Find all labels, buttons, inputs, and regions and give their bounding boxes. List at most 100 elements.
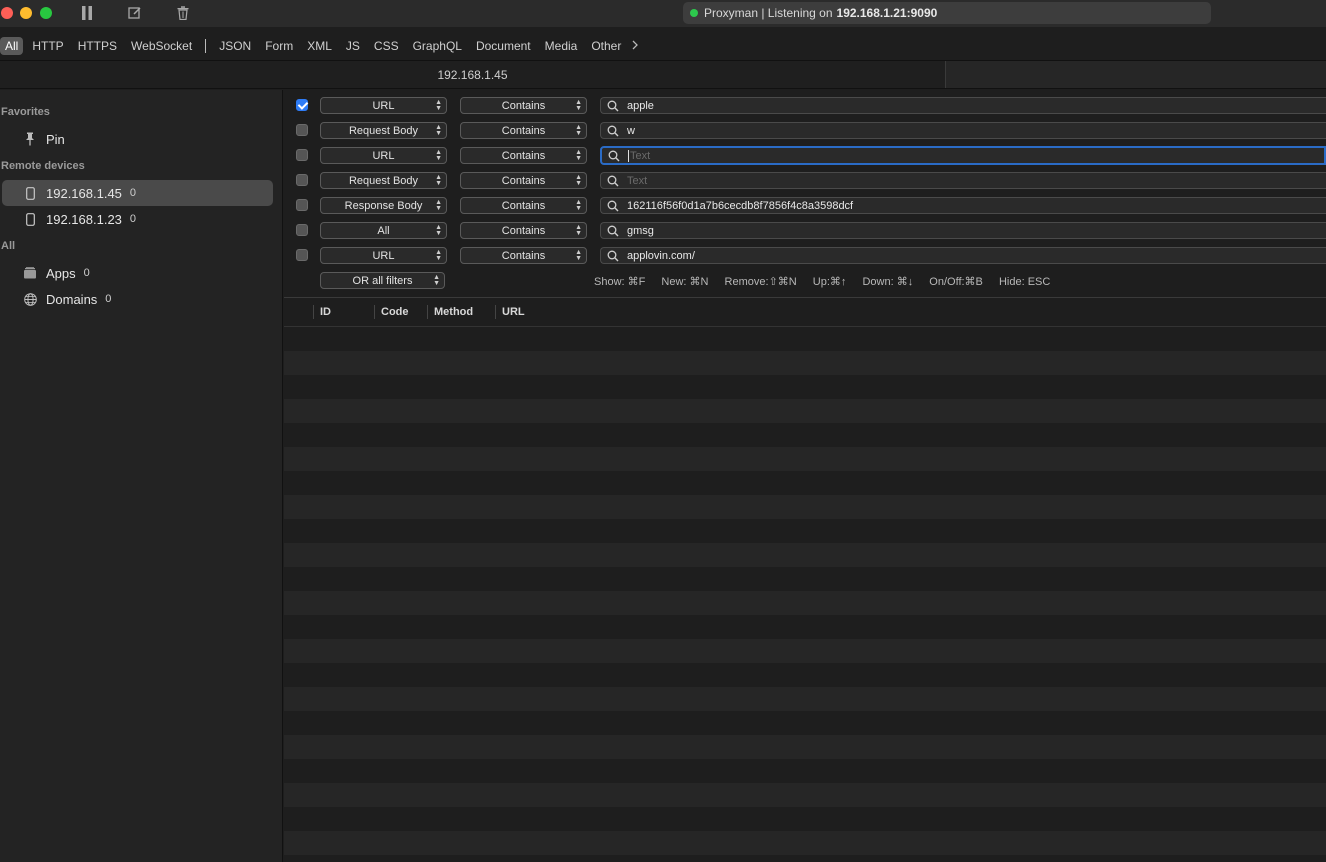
stepper-icon: ▲ ▼ bbox=[575, 199, 582, 212]
sidebar-item-label: Domains bbox=[46, 291, 98, 307]
filter-value-input[interactable]: Text bbox=[600, 146, 1326, 165]
filter-value-text: apple bbox=[627, 99, 654, 112]
sidebar-section-all: All bbox=[1, 240, 16, 252]
filter-value-input[interactable]: w bbox=[600, 122, 1326, 139]
type-filter-document[interactable]: Document bbox=[471, 37, 536, 55]
filter-operator-select[interactable]: Contains ▲ ▼ bbox=[460, 147, 587, 164]
type-filter-other[interactable]: Other bbox=[586, 37, 626, 55]
stepper-icon: ▲ ▼ bbox=[435, 224, 442, 237]
filter-enabled-checkbox[interactable] bbox=[296, 224, 308, 236]
minimize-window-button[interactable] bbox=[20, 7, 32, 19]
filter-value-text: applovin.com/ bbox=[627, 249, 695, 262]
pause-button[interactable] bbox=[78, 4, 96, 22]
type-filter-all[interactable]: All bbox=[0, 37, 24, 55]
sidebar-item-label: 192.168.1.23 bbox=[46, 211, 122, 227]
type-filter-xml[interactable]: XML bbox=[302, 37, 337, 55]
type-filter-media[interactable]: Media bbox=[540, 37, 583, 55]
filter-operator-value: Contains bbox=[501, 249, 546, 262]
filter-operator-select[interactable]: Contains ▲ ▼ bbox=[460, 122, 587, 139]
request-table-header: ID Code Method URL bbox=[284, 299, 1326, 327]
sidebar-item-label: Apps bbox=[46, 265, 76, 281]
filter-enabled-checkbox[interactable] bbox=[296, 124, 308, 136]
content-type-filter-bar: All HTTP HTTPS WebSocket JSON Form XML J… bbox=[0, 32, 1326, 60]
filter-footer-row: OR all filters ▲ ▼ Show: ⌘F New: ⌘N Remove… bbox=[284, 270, 1326, 290]
shortcut-show: Show: ⌘F bbox=[594, 276, 646, 288]
clear-button[interactable] bbox=[174, 4, 192, 22]
filter-value-input[interactable]: Text bbox=[600, 172, 1326, 189]
filter-field-select[interactable]: All ▲ ▼ bbox=[320, 222, 447, 239]
filter-operator-select[interactable]: Contains ▲ ▼ bbox=[460, 222, 587, 239]
search-icon bbox=[603, 125, 623, 137]
filter-enabled-checkbox[interactable] bbox=[296, 149, 308, 161]
chevron-right-icon[interactable] bbox=[632, 39, 639, 53]
filter-enabled-checkbox[interactable] bbox=[296, 174, 308, 186]
combine-mode-select[interactable]: OR all filters ▲ ▼ bbox=[320, 272, 445, 289]
filter-field-value: Request Body bbox=[348, 174, 419, 187]
type-filter-js[interactable]: JS bbox=[341, 37, 365, 55]
stepper-icon: ▲ ▼ bbox=[575, 124, 582, 137]
sidebar-item-apps[interactable]: Apps 0 bbox=[2, 260, 273, 286]
column-header-code[interactable]: Code bbox=[381, 306, 409, 318]
stepper-icon: ▲ ▼ bbox=[435, 249, 442, 262]
search-icon bbox=[603, 250, 623, 262]
shortcut-hide: Hide: ESC bbox=[998, 276, 1051, 288]
sidebar-section-favorites: Favorites bbox=[1, 106, 50, 118]
filter-field-select[interactable]: URL ▲ ▼ bbox=[320, 147, 447, 164]
filter-field-select[interactable]: URL ▲ ▼ bbox=[320, 247, 447, 264]
sidebar-item-pin[interactable]: Pin bbox=[22, 126, 272, 152]
filter-field-select[interactable]: Response Body ▲ ▼ bbox=[320, 197, 447, 214]
column-divider[interactable] bbox=[427, 305, 428, 319]
filter-enabled-checkbox[interactable] bbox=[296, 99, 308, 111]
filter-value-placeholder: Text bbox=[627, 174, 648, 187]
phone-icon bbox=[22, 186, 38, 200]
column-divider[interactable] bbox=[313, 305, 314, 319]
sidebar-item-device-2[interactable]: 192.168.1.23 0 bbox=[2, 206, 273, 232]
stepper-icon: ▲ ▼ bbox=[575, 249, 582, 262]
filter-operator-select[interactable]: Contains ▲ ▼ bbox=[460, 247, 587, 264]
filter-field-select[interactable]: Request Body ▲ ▼ bbox=[320, 172, 447, 189]
type-filter-websocket[interactable]: WebSocket bbox=[126, 37, 197, 55]
globe-icon bbox=[22, 292, 38, 306]
type-filter-css[interactable]: CSS bbox=[369, 37, 404, 55]
sidebar-item-domains[interactable]: Domains 0 bbox=[2, 286, 273, 312]
column-header-id[interactable]: ID bbox=[320, 306, 331, 318]
filter-value-input[interactable]: 162116f56f0d1a7b6cecdb8f7856f4c8a3598dcf bbox=[600, 197, 1326, 214]
filter-enabled-checkbox[interactable] bbox=[296, 199, 308, 211]
zoom-window-button[interactable] bbox=[40, 7, 52, 19]
close-window-button[interactable] bbox=[1, 7, 13, 19]
column-header-url[interactable]: URL bbox=[502, 306, 525, 318]
filter-field-select[interactable]: Request Body ▲ ▼ bbox=[320, 122, 447, 139]
filter-value-input[interactable]: apple bbox=[600, 97, 1326, 114]
filter-operator-select[interactable]: Contains ▲ ▼ bbox=[460, 172, 587, 189]
compose-button[interactable] bbox=[126, 4, 144, 22]
column-divider[interactable] bbox=[495, 305, 496, 319]
filter-operator-value: Contains bbox=[501, 149, 546, 162]
sidebar-item-device-1[interactable]: 192.168.1.45 0 bbox=[2, 180, 273, 206]
type-filter-json[interactable]: JSON bbox=[214, 37, 256, 55]
listening-status: Proxyman | Listening on 192.168.1.21:909… bbox=[683, 2, 1211, 24]
filter-field-value: All bbox=[377, 224, 390, 237]
trash-icon bbox=[177, 6, 189, 20]
pause-icon bbox=[82, 6, 92, 20]
type-filter-form[interactable]: Form bbox=[260, 37, 298, 55]
filter-value-input[interactable]: gmsg bbox=[600, 222, 1326, 239]
filter-operator-select[interactable]: Contains ▲ ▼ bbox=[460, 197, 587, 214]
request-table-body[interactable] bbox=[284, 327, 1326, 862]
filter-value-input[interactable]: applovin.com/ bbox=[600, 247, 1326, 264]
type-filter-graphql[interactable]: GraphQL bbox=[408, 37, 467, 55]
search-icon bbox=[603, 175, 623, 187]
filter-value-placeholder: Text bbox=[630, 149, 651, 162]
type-filter-http[interactable]: HTTP bbox=[27, 37, 68, 55]
filter-field-select[interactable]: URL ▲ ▼ bbox=[320, 97, 447, 114]
filter-value-text: 162116f56f0d1a7b6cecdb8f7856f4c8a3598dcf bbox=[627, 199, 854, 212]
sidebar-section-remote-devices: Remote devices bbox=[1, 160, 85, 172]
filter-enabled-checkbox[interactable] bbox=[296, 249, 308, 261]
filter-row: Response Body ▲ ▼ Contains ▲ ▼ 162116f56f0d1… bbox=[284, 195, 1326, 215]
filter-operator-select[interactable]: Contains ▲ ▼ bbox=[460, 97, 587, 114]
column-divider[interactable] bbox=[374, 305, 375, 319]
tab-device[interactable]: 192.168.1.45 bbox=[0, 61, 946, 88]
stepper-icon: ▲ ▼ bbox=[575, 174, 582, 187]
type-filter-https[interactable]: HTTPS bbox=[73, 37, 122, 55]
filter-value-text: w bbox=[627, 124, 635, 137]
column-header-method[interactable]: Method bbox=[434, 306, 473, 318]
